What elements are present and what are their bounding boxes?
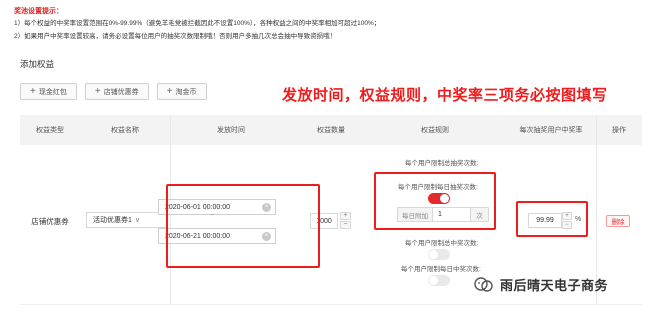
quantity-input[interactable]: 1000 [310,213,338,229]
wechat-logo-icon [474,276,494,294]
add-taojinbi-button[interactable]: + 淘金币 [156,83,207,100]
rate-decrement-button[interactable]: − [562,221,572,229]
add-button-label: 现金红包 [38,88,67,96]
header-op: 操作 [612,126,626,134]
tips-line-2: 2）如果用户中奖率设置较高，请务必设置每位用户的抽奖次数限制哦！否则用户多抽几次… [14,33,337,40]
daily-win-toggle[interactable] [428,275,450,286]
qty-decrement-button[interactable]: − [340,221,351,229]
rule-total-win-limit: 每个用户限制总中奖次数: [405,240,479,247]
add-cash-redpacket-button[interactable]: + 现金红包 [20,83,77,100]
select-value: 活动优惠券1 [93,217,132,224]
header-qty: 权益数量 [317,126,345,134]
header-name: 权益名称 [111,126,139,134]
tips-title: 奖池设置提示： [14,8,63,15]
tips-line-1: 1）每个权益的中奖率设置范围在0%-99.99%（避免羊毛党被拦截因此不设置10… [14,20,381,27]
qty-increment-button[interactable]: + [340,212,351,220]
win-rate-input[interactable]: 99.99 [528,213,562,228]
daily-limit-toggle[interactable] [428,193,450,204]
benefit-name-select[interactable]: 活动优惠券1 ∨ [86,212,168,228]
add-benefit-buttons: + 现金红包 + 店铺优惠券 + 淘金币 [20,83,207,100]
watermark-text: 雨后晴天电子商务 [500,278,609,293]
plus-icon: + [94,85,101,97]
table-header: 权益类型 权益名称 发放时间 权益数量 权益规则 每次抽奖用户中奖率 操作 [20,115,642,145]
add-shop-coupon-button[interactable]: + 店铺优惠券 [84,83,149,100]
rule-daily-win-limit: 每个用户限制每日中奖次数: [401,266,481,273]
add-button-label: 店铺优惠券 [103,88,139,96]
end-date-input[interactable]: 2020-06-21 00:00:00 × [158,228,276,244]
rate-unit: % [575,216,582,223]
chevron-down-icon: ∨ [134,217,141,224]
rule-daily-draw-limit: 每个用户限制每日抽奖次数: [398,184,478,191]
clear-icon[interactable]: × [262,232,271,241]
watermark: 雨后晴天电子商务 [474,275,608,294]
tips-panel: 奖池设置提示： 1）每个权益的中奖率设置范围在0%-99.99%（避免羊毛党被拦… [14,6,634,43]
start-date-value: 2020-06-01 00:00:00 [165,203,230,211]
plus-icon: + [30,85,36,97]
daily-prefix-label: 每日附加 [397,207,433,222]
delete-button[interactable]: 删除 [606,215,630,227]
header-rate: 每次抽奖用户中奖率 [519,126,583,134]
rate-increment-button[interactable]: + [562,212,572,220]
plus-icon: + [166,85,173,97]
toggle-knob [429,250,438,259]
clear-icon[interactable]: × [262,203,271,212]
header-rule: 权益规则 [421,126,449,134]
header-time: 发放时间 [217,126,245,134]
rule-total-draw-limit: 每个用户限制总抽奖次数: [405,160,479,167]
cell-benefit-type: 店铺优惠券 [31,217,69,226]
daily-suffix-label: 次 [471,207,489,222]
red-annotation: 发放时间，权益规则，中奖率三项务必按图填写 [282,87,608,104]
section-title: 添加权益 [20,59,55,69]
daily-limit-input[interactable]: 1 [433,207,471,222]
end-date-value: 2020-06-21 00:00:00 [165,232,230,240]
toggle-knob [440,194,449,203]
start-date-input[interactable]: 2020-06-01 00:00:00 × [158,199,276,215]
toggle-knob [429,276,438,285]
total-win-toggle[interactable] [428,249,450,260]
date-range-separator: ~ [210,212,215,219]
header-type: 权益类型 [36,126,64,134]
add-button-label: 淘金币 [175,88,197,96]
